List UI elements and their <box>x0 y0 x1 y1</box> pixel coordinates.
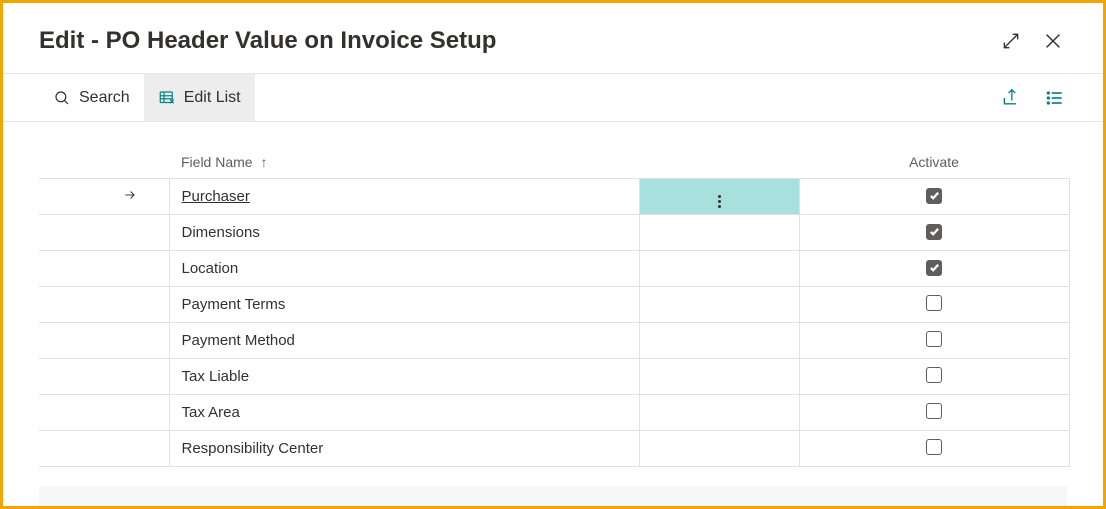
edit-list-icon <box>158 89 176 107</box>
page-header: Edit - PO Header Value on Invoice Setup <box>3 3 1103 74</box>
footer-spacer <box>39 486 1067 506</box>
field-name-cell[interactable]: Purchaser <box>169 179 639 215</box>
more-actions-icon[interactable] <box>718 195 721 208</box>
field-name-label: Location <box>182 260 239 277</box>
activate-checkbox[interactable] <box>926 439 942 455</box>
edit-list-button[interactable]: Edit List <box>144 74 255 121</box>
column-activate[interactable]: Activate <box>799 146 1069 179</box>
content-area: Field Name ↑ Activate Purchaser Dimension… <box>3 122 1103 486</box>
activate-cell <box>799 359 1069 395</box>
setup-table: Field Name ↑ Activate Purchaser Dimension… <box>39 146 1070 467</box>
row-indicator <box>39 323 169 359</box>
action-cell <box>639 251 799 287</box>
share-icon[interactable] <box>999 86 1023 110</box>
field-name-cell[interactable]: Dimensions <box>169 215 639 251</box>
activate-cell <box>799 431 1069 467</box>
activate-cell <box>799 179 1069 215</box>
toolbar: Search Edit List <box>3 74 1103 122</box>
field-name-label: Tax Area <box>182 404 240 421</box>
field-name-cell[interactable]: Payment Method <box>169 323 639 359</box>
action-cell <box>639 287 799 323</box>
column-field-name[interactable]: Field Name ↑ <box>169 146 639 179</box>
search-label: Search <box>79 89 130 107</box>
edit-list-label: Edit List <box>184 89 241 107</box>
field-name-label: Responsibility Center <box>182 440 324 457</box>
row-indicator <box>39 251 169 287</box>
table-row[interactable]: Dimensions <box>39 215 1069 251</box>
field-name-label: Purchaser <box>182 188 250 205</box>
activate-checkbox[interactable] <box>926 188 942 204</box>
list-view-icon[interactable] <box>1043 86 1067 110</box>
table-row[interactable]: Payment Terms <box>39 287 1069 323</box>
header-actions <box>999 29 1065 53</box>
expand-icon[interactable] <box>999 29 1023 53</box>
field-name-label: Dimensions <box>182 224 260 241</box>
activate-checkbox[interactable] <box>926 295 942 311</box>
field-name-cell[interactable]: Tax Liable <box>169 359 639 395</box>
row-indicator <box>39 431 169 467</box>
column-selector <box>39 146 169 179</box>
search-button[interactable]: Search <box>39 74 144 121</box>
row-indicator <box>39 179 169 215</box>
table-row[interactable]: Payment Method <box>39 323 1069 359</box>
activate-checkbox[interactable] <box>926 367 942 383</box>
action-cell <box>639 359 799 395</box>
table-row[interactable]: Tax Area <box>39 395 1069 431</box>
field-name-cell[interactable]: Location <box>169 251 639 287</box>
action-cell <box>639 395 799 431</box>
row-indicator <box>39 359 169 395</box>
activate-cell <box>799 215 1069 251</box>
sort-ascending-icon: ↑ <box>260 154 267 170</box>
activate-cell <box>799 323 1069 359</box>
page-title: Edit - PO Header Value on Invoice Setup <box>39 27 496 55</box>
activate-cell <box>799 287 1069 323</box>
action-cell <box>639 323 799 359</box>
row-indicator <box>39 287 169 323</box>
column-spacer <box>639 146 799 179</box>
close-icon[interactable] <box>1041 29 1065 53</box>
row-indicator <box>39 215 169 251</box>
table-row[interactable]: Tax Liable <box>39 359 1069 395</box>
activate-checkbox[interactable] <box>926 403 942 419</box>
field-name-cell[interactable]: Payment Terms <box>169 287 639 323</box>
field-name-label: Payment Method <box>182 332 295 349</box>
activate-checkbox[interactable] <box>926 224 942 240</box>
field-name-cell[interactable]: Responsibility Center <box>169 431 639 467</box>
activate-checkbox[interactable] <box>926 260 942 276</box>
table-row[interactable]: Responsibility Center <box>39 431 1069 467</box>
search-icon <box>53 89 71 107</box>
field-name-label: Tax Liable <box>182 368 250 385</box>
action-cell <box>639 215 799 251</box>
activate-checkbox[interactable] <box>926 331 942 347</box>
table-row[interactable]: Purchaser <box>39 179 1069 215</box>
row-indicator <box>39 395 169 431</box>
action-cell <box>639 431 799 467</box>
activate-cell <box>799 395 1069 431</box>
table-row[interactable]: Location <box>39 251 1069 287</box>
action-cell[interactable] <box>639 179 799 215</box>
arrow-right-icon <box>121 188 139 202</box>
field-name-cell[interactable]: Tax Area <box>169 395 639 431</box>
activate-cell <box>799 251 1069 287</box>
field-name-label: Payment Terms <box>182 296 286 313</box>
